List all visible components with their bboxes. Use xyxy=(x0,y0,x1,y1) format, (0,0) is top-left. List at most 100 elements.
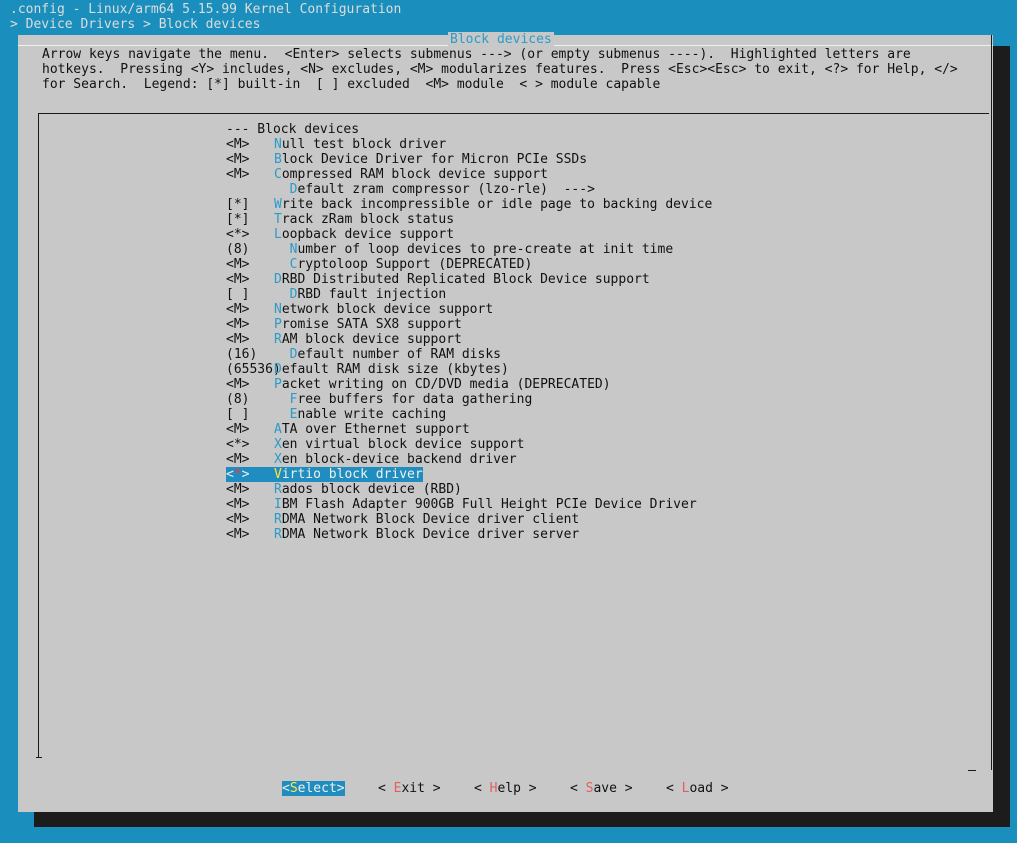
menu-item-label: DRBD Distributed Replicated Block Device… xyxy=(274,272,650,287)
menu-item-state[interactable]: <M> xyxy=(226,152,274,167)
menu-item-text: en block-device backend driver xyxy=(281,452,517,467)
menu-item-text: irtio block driver xyxy=(281,467,423,482)
menu-item[interactable]: [*] Track zRam block status xyxy=(226,212,454,227)
menu-item-state[interactable]: <M> xyxy=(226,527,274,542)
menu-item-label: Promise SATA SX8 support xyxy=(274,317,462,332)
menu-item-state[interactable]: <M> xyxy=(226,317,274,332)
menu-item-state[interactable]: <M> xyxy=(226,422,274,437)
menu-item-state[interactable]: (8) xyxy=(226,392,274,407)
menu-item-text: BM Flash Adapter 900GB Full Height PCIe … xyxy=(281,497,697,512)
menu-item[interactable]: [ ] DRBD fault injection xyxy=(226,287,446,302)
menu-header: --- Block devices xyxy=(226,122,360,137)
menu-item-text: etwork block device support xyxy=(281,302,494,317)
menu-item-text: nable write caching xyxy=(297,407,447,422)
menu-item-hotkey: I xyxy=(274,497,282,512)
menu-item-state[interactable]: (65536) xyxy=(226,362,281,377)
menu-item-state[interactable]: <M> xyxy=(226,482,274,497)
menu-item-state[interactable]: <M> xyxy=(226,167,274,182)
menu-item[interactable]: Default zram compressor (lzo-rle) ---> xyxy=(226,182,595,197)
menu-item-label: Virtio block driver xyxy=(274,467,423,482)
menu-item-state[interactable]: <M> xyxy=(226,302,274,317)
menu-item-label: Block Device Driver for Micron PCIe SSDs xyxy=(274,152,587,167)
menu-item-hotkey: N xyxy=(274,302,282,317)
menu-item[interactable]: <*> Xen virtual block device support xyxy=(226,437,524,452)
menu-item[interactable]: <M> Block Device Driver for Micron PCIe S… xyxy=(226,152,587,167)
menu-item-label: Write back incompressible or idle page t… xyxy=(274,197,712,212)
menu-item-text: rite back incompressible or idle page to… xyxy=(281,197,713,212)
menu-item[interactable]: <M> RDMA Network Block Device driver clie… xyxy=(226,512,579,527)
menu-item-text: RBD Distributed Replicated Block Device … xyxy=(281,272,650,287)
menu-item-text: TA over Ethernet support xyxy=(281,422,470,437)
menu-item-state[interactable]: <M> xyxy=(226,497,274,512)
menu-item[interactable]: <M> Network block device support xyxy=(226,302,493,317)
menu-item[interactable]: <M> DRBD Distributed Replicated Block Dev… xyxy=(226,272,650,287)
menu-item[interactable]: [*] Write back incompressible or idle pag… xyxy=(226,197,712,212)
select-button[interactable]: <Select> xyxy=(282,781,345,796)
menu-item-label: Default zram compressor (lzo-rle) ---> xyxy=(274,182,595,197)
menu-item-state[interactable]: [*] xyxy=(226,212,274,227)
menu-item[interactable]: <M> Compressed RAM block device support xyxy=(226,167,548,182)
menu-item[interactable]: <M> Cryptoloop Support (DEPRECATED) xyxy=(226,257,532,272)
save-button[interactable]: < Save > xyxy=(570,781,633,796)
menu-item-text: efault RAM disk size (kbytes) xyxy=(281,362,509,377)
menu-item[interactable]: <M> RAM block device support xyxy=(226,332,462,347)
menu-item-label: IBM Flash Adapter 900GB Full Height PCIe… xyxy=(274,497,697,512)
menu-item[interactable]: <M> Promise SATA SX8 support xyxy=(226,317,462,332)
menu-item-text: rack zRam block status xyxy=(281,212,455,227)
menu-item-text: ryptoloop Support (DEPRECATED) xyxy=(297,257,533,272)
menu-item-label: Default number of RAM disks xyxy=(274,347,501,362)
menu-item-label: Null test block driver xyxy=(274,137,446,152)
menu-item-state[interactable]: <M> xyxy=(226,377,274,392)
menu-item-text: romise SATA SX8 support xyxy=(281,317,462,332)
window-title: .config - Linux/arm64 5.15.99 Kernel Con… xyxy=(10,2,402,17)
menu-item-state[interactable]: <M> xyxy=(226,512,274,527)
menu-item[interactable]: (65536)Default RAM disk size (kbytes) xyxy=(226,362,509,377)
menu-item-hotkey: X xyxy=(274,437,282,452)
menu-item-text: ompressed RAM block device support xyxy=(281,167,548,182)
menuconfig-dialog: Block devices Arrow keys navigate the me… xyxy=(18,32,993,812)
menu-item[interactable]: <M> RDMA Network Block Device driver serv… xyxy=(226,527,579,542)
menu-item[interactable]: [ ] Enable write caching xyxy=(226,407,446,422)
menu-item-text: DMA Network Block Device driver client xyxy=(281,512,580,527)
menu-item-text: acket writing on CD/DVD media (DEPRECATE… xyxy=(281,377,611,392)
menu-item-label: RDMA Network Block Device driver client xyxy=(274,512,579,527)
menu-item-state[interactable]: <*> xyxy=(226,227,274,242)
menu-item[interactable]: (8) Free buffers for data gathering xyxy=(226,392,532,407)
menu-item-state[interactable]: <M> xyxy=(226,452,274,467)
menu-item[interactable]: <M> Packet writing on CD/DVD media (DEPRE… xyxy=(226,377,611,392)
menu-item-hotkey: D xyxy=(274,272,282,287)
menu-item-hotkey: D xyxy=(274,362,282,377)
menu-item[interactable]: <*> Virtio block driver xyxy=(226,467,423,482)
menu-item-hotkey: R xyxy=(274,512,282,527)
exit-button[interactable]: < Exit > xyxy=(378,781,441,796)
menu-item-state[interactable]: [ ] xyxy=(226,407,274,422)
menu-item-state[interactable]: [*] xyxy=(226,197,274,212)
menu-item[interactable]: (16) Default number of RAM disks xyxy=(226,347,501,362)
menu-item-state[interactable]: <M> xyxy=(226,272,274,287)
menu-item-label: ATA over Ethernet support xyxy=(274,422,470,437)
menu-item[interactable]: <M> IBM Flash Adapter 900GB Full Height P… xyxy=(226,497,697,512)
help-text-line: for Search. Legend: [*] built-in [ ] exc… xyxy=(42,77,661,92)
menu-item-state[interactable]: <*> xyxy=(226,467,274,482)
menu-item[interactable]: <*> Loopback device support xyxy=(226,227,454,242)
menu-item-hotkey: L xyxy=(274,227,282,242)
load-button[interactable]: < Load > xyxy=(666,781,729,796)
menu-item[interactable]: <M> Null test block driver xyxy=(226,137,446,152)
menu-item-state[interactable]: (16) xyxy=(226,347,274,362)
menu-item-state[interactable]: <M> xyxy=(226,137,274,152)
menu-item-hotkey: V xyxy=(274,467,282,482)
dialog-title: Block devices xyxy=(448,32,554,47)
menu-item-state[interactable]: <M> xyxy=(226,257,274,272)
menu-item-label: Free buffers for data gathering xyxy=(274,392,533,407)
menu-item[interactable]: <M> ATA over Ethernet support xyxy=(226,422,470,437)
menu-item[interactable]: <M> Xen block-device backend driver xyxy=(226,452,517,467)
menu-item[interactable]: (8) Number of loop devices to pre-create… xyxy=(226,242,673,257)
menu-item[interactable]: <M> Rados block device (RBD) xyxy=(226,482,462,497)
menu-item-state[interactable]: (8) xyxy=(226,242,274,257)
menu-item-text: efault zram compressor (lzo-rle) ---> xyxy=(297,182,595,197)
help-button[interactable]: < Help > xyxy=(474,781,537,796)
menu-item-label: RAM block device support xyxy=(274,332,462,347)
menu-item-state[interactable]: [ ] xyxy=(226,287,274,302)
menu-item-state[interactable]: <M> xyxy=(226,332,274,347)
menu-item-state[interactable]: <*> xyxy=(226,437,274,452)
